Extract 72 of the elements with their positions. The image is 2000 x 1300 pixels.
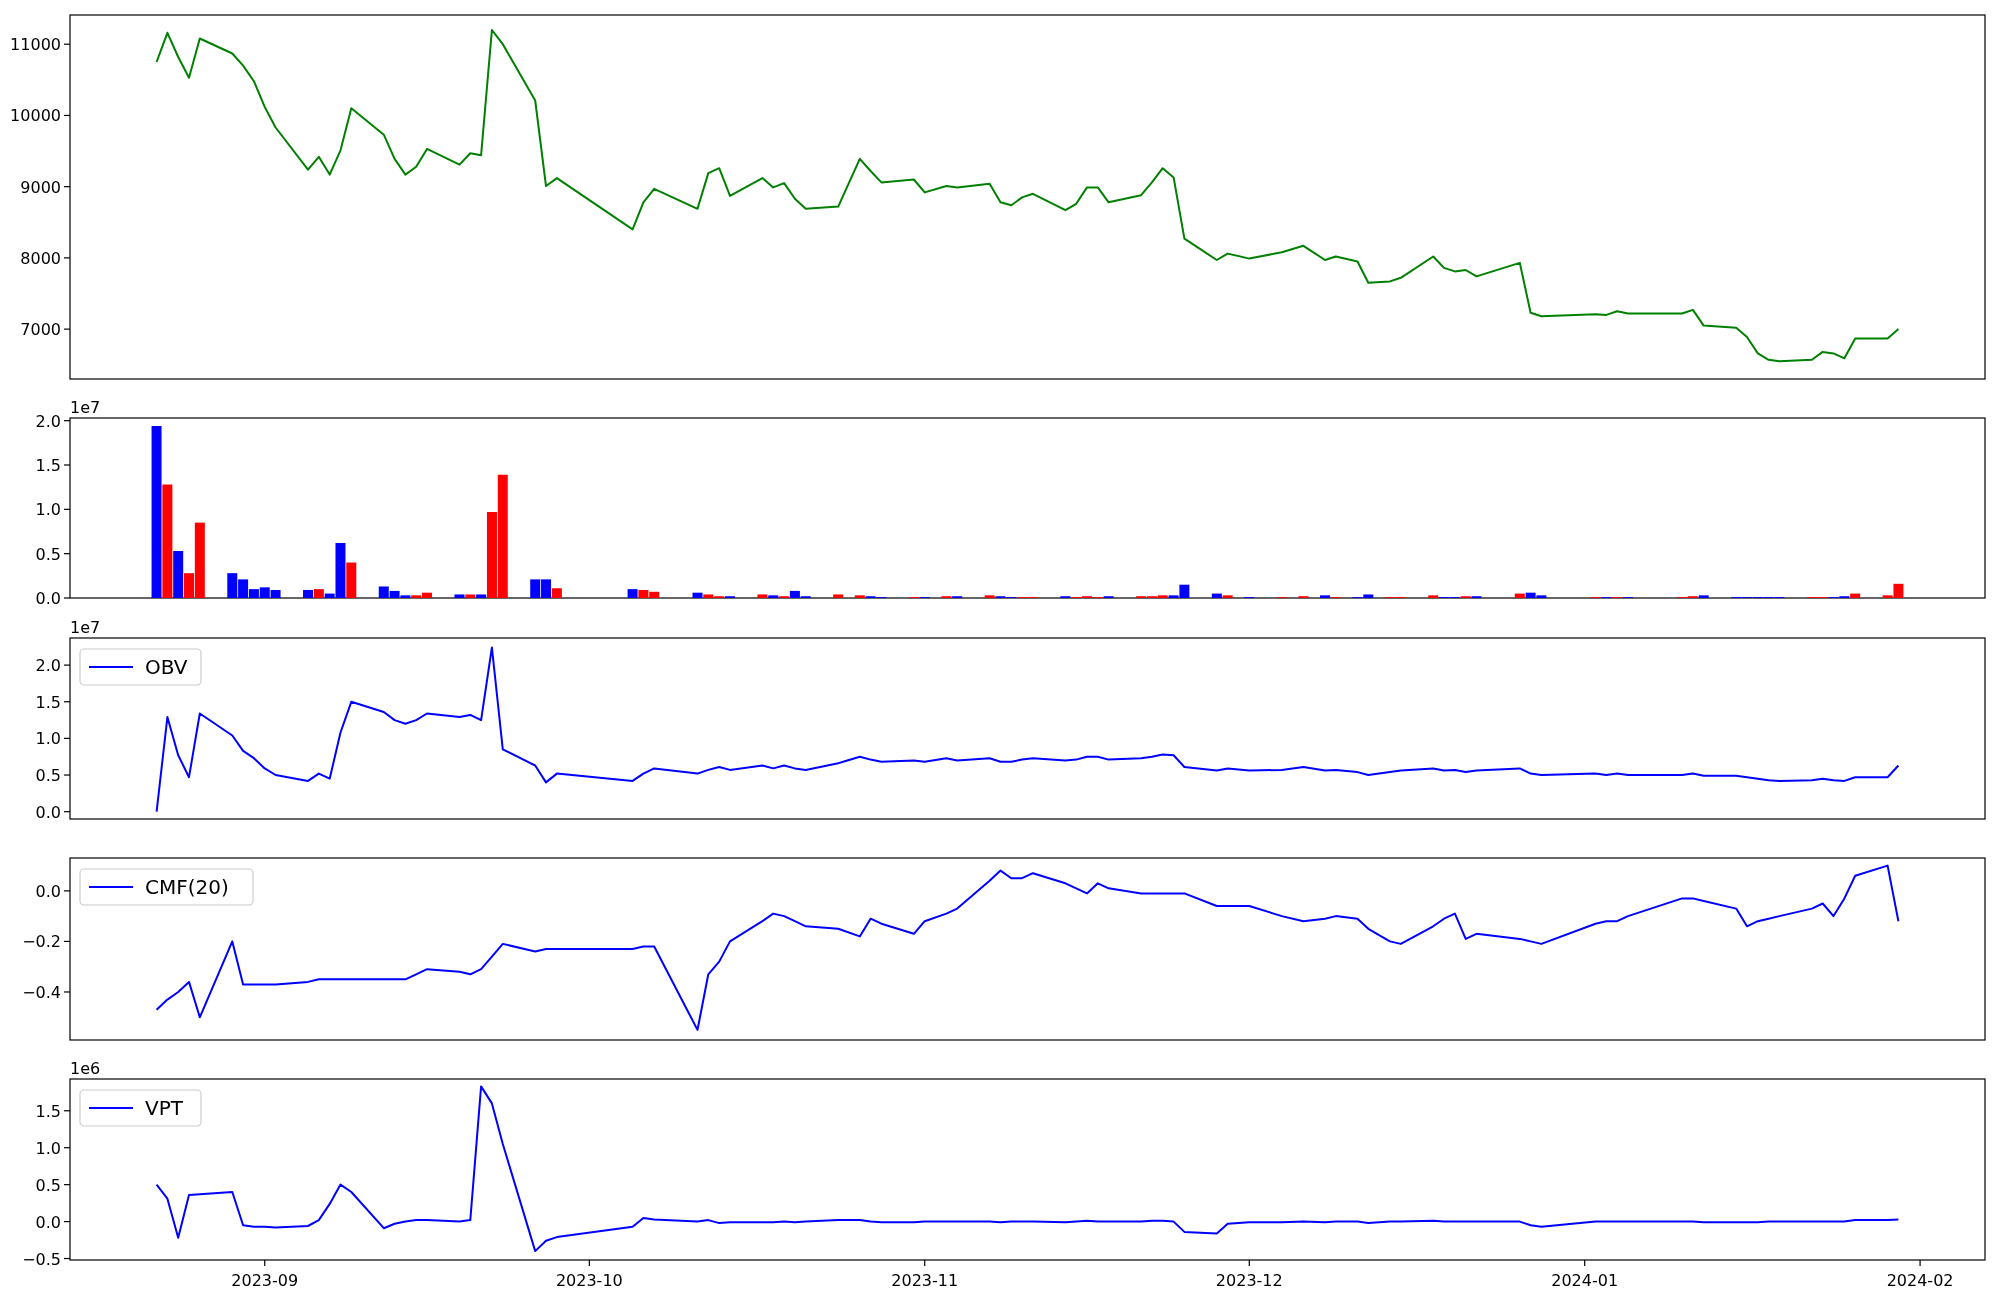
tick-mark: [1584, 1259, 1586, 1267]
scale-label: 1e7: [70, 620, 101, 637]
tick-mark: [63, 1257, 71, 1260]
y-tick-label: 2.0: [35, 411, 61, 431]
y-tick-label: 7000: [20, 320, 61, 340]
y-tick-label: 1.0: [35, 1138, 61, 1158]
tick-mark: [63, 940, 71, 942]
y-tick-label: 0.0: [35, 881, 61, 901]
y-tick-label: 9000: [20, 177, 61, 197]
y-tick-label: 10000: [10, 106, 61, 126]
y-tick-label: 1.5: [35, 1101, 61, 1121]
tick-mark: [63, 890, 71, 892]
volume-bar: [530, 579, 541, 598]
volume-bar: [227, 573, 238, 598]
x-tick-label: 2023-10: [555, 1271, 623, 1290]
tick-mark: [63, 257, 71, 259]
tick-mark: [63, 1110, 71, 1112]
tick-mark: [63, 43, 71, 45]
scale-label: 1e6: [70, 1060, 101, 1078]
tick-mark: [63, 991, 71, 993]
y-tick-label: 1.5: [35, 692, 61, 712]
y-tick-label: 0.0: [35, 1212, 61, 1232]
tick-mark: [1919, 1259, 1921, 1267]
tick-mark: [63, 114, 71, 117]
tick-mark: [63, 774, 71, 776]
tick-mark: [63, 328, 71, 330]
y-tick-label: 0.5: [35, 766, 61, 786]
y-tick-label: 1.0: [35, 729, 61, 749]
tick-mark: [63, 464, 71, 466]
x-tick-label: 2023-09: [231, 1271, 299, 1290]
tick-mark: [63, 1221, 71, 1223]
volume-bar: [833, 594, 844, 598]
legend-line-icon: [88, 886, 134, 888]
tick-mark: [63, 553, 71, 555]
tick-mark: [924, 1259, 926, 1267]
tick-mark: [63, 811, 71, 813]
y-tick-label: 8000: [20, 248, 61, 268]
y-tick-label: −0.2: [22, 932, 61, 952]
legend-label: VPT: [145, 1096, 183, 1120]
y-tick-label: −0.5: [22, 1249, 61, 1269]
y-tick-label: 0.0: [35, 589, 61, 608]
legend-line-icon: [88, 666, 134, 668]
y-tick-label: 11000: [10, 35, 61, 55]
tick-mark: [63, 1147, 71, 1149]
tick-mark: [63, 508, 71, 510]
legend-line-icon: [88, 1107, 134, 1109]
y-tick-label: 1.0: [35, 500, 61, 520]
scale-label: 1e7: [70, 398, 101, 417]
x-tick-label: 2024-02: [1886, 1271, 1954, 1290]
tick-mark: [63, 701, 71, 703]
y-tick-label: 1.5: [35, 456, 61, 475]
y-tick-label: −0.4: [22, 982, 61, 1002]
legend-label: CMF(20): [145, 875, 229, 899]
tick-mark: [63, 597, 71, 599]
x-tick-label: 2024-01: [1551, 1271, 1619, 1290]
volume-bar: [259, 587, 270, 598]
x-tick-label: 2023-12: [1215, 1271, 1283, 1290]
x-tick-label: 2023-11: [891, 1271, 959, 1290]
y-tick-label: 0.0: [35, 802, 61, 822]
tick-mark: [63, 186, 71, 188]
legend-label: OBV: [145, 655, 188, 679]
y-tick-label: 2.0: [35, 656, 61, 676]
tick-mark: [63, 664, 71, 666]
y-tick-label: 0.5: [35, 544, 61, 564]
tick-mark: [63, 1184, 71, 1186]
volume-bar: [627, 589, 638, 598]
tick-mark: [63, 420, 71, 422]
tick-mark: [588, 1259, 590, 1267]
tick-mark: [1248, 1259, 1250, 1267]
tick-mark: [63, 737, 71, 739]
tick-mark: [264, 1259, 266, 1267]
y-tick-label: 0.5: [35, 1175, 61, 1195]
